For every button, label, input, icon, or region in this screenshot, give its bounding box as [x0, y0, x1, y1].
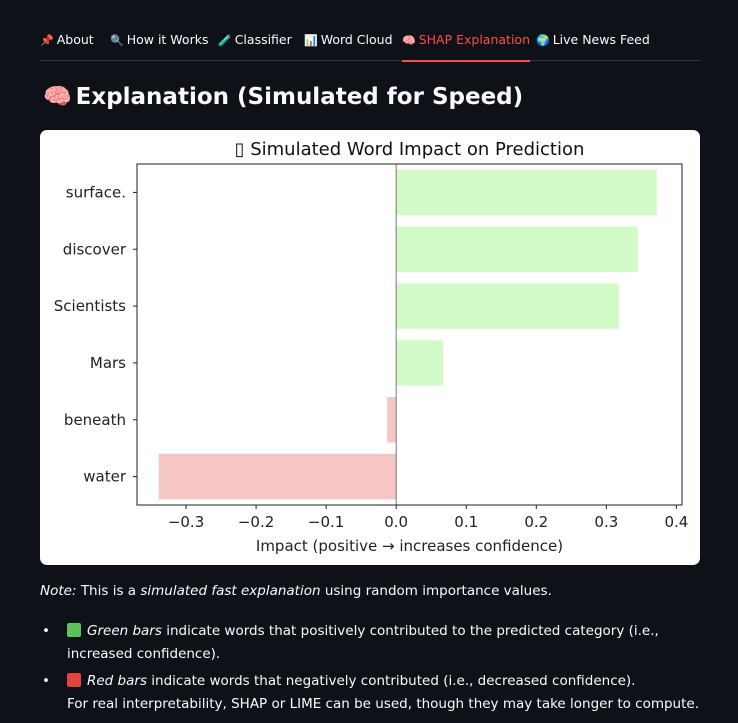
note-text-2: using random importance values. — [324, 583, 552, 599]
magnifier-icon: 🔍 — [110, 34, 124, 47]
pencil-icon: 🧪 — [218, 34, 232, 47]
tab-label: SHAP Explanation — [418, 32, 530, 47]
bullet-text: indicate words that negatively contribut… — [151, 673, 636, 689]
bar-2 — [396, 283, 619, 329]
green-square-icon — [67, 623, 81, 637]
brain-icon: 🧠 — [43, 84, 72, 110]
bullet-emphasis: Red bars — [87, 673, 147, 689]
tab-label: About — [56, 32, 94, 47]
y-tick-label-2: Scientists — [54, 297, 126, 315]
pin-icon: 📌 — [40, 34, 54, 47]
explanation-note: Note: This is a simulated fast explanati… — [40, 583, 552, 599]
globe-icon: 🌍 — [536, 34, 550, 47]
bullet-dot: • — [42, 623, 50, 639]
y-tick-label-0: surface. — [66, 183, 126, 201]
x-axis-label: Impact (positive → increases confidence) — [256, 537, 563, 555]
y-tick-label-3: Mars — [90, 354, 126, 372]
chart-card: ▯ Simulated Word Impact on Prediction sur… — [40, 130, 700, 565]
tab-classifier[interactable]: 🧪 Classifier — [218, 32, 292, 61]
note-emphasis: simulated fast explanation — [140, 583, 321, 599]
x-tick-label-1: −0.2 — [238, 513, 274, 531]
x-tick-label-6: 0.3 — [594, 513, 618, 531]
legend-list: • Green bars indicate words that positiv… — [40, 620, 700, 720]
y-tick-label-1: discover — [63, 240, 127, 258]
tab-label: How it Works — [126, 32, 209, 47]
note-lead: Note: — [40, 583, 77, 599]
tab-word-cloud[interactable]: 📊 Word Cloud — [304, 32, 393, 61]
bullet-extra-text: For real interpretability, SHAP or LIME … — [67, 696, 700, 712]
page-title: 🧠 Explanation (Simulated for Speed) — [43, 83, 523, 110]
bar-chart-icon: 📊 — [304, 34, 318, 47]
page-title-text: Explanation (Simulated for Speed) — [75, 84, 524, 110]
impact-bar-chart: ▯ Simulated Word Impact on Prediction sur… — [54, 139, 689, 555]
x-tick-label-3: 0.0 — [384, 513, 408, 531]
list-item: • Green bars indicate words that positiv… — [40, 620, 700, 666]
x-tick-label-4: 0.1 — [454, 513, 478, 531]
y-tick-label-5: water — [83, 468, 127, 486]
brain-icon: 🧠 — [402, 34, 416, 47]
x-tick-label-2: −0.1 — [308, 513, 344, 531]
bar-3 — [396, 340, 444, 386]
x-tick-label-5: 0.2 — [524, 513, 548, 531]
bar-0 — [396, 169, 657, 216]
bullet-emphasis: Green bars — [87, 623, 162, 639]
list-item: • Red bars indicate words that negativel… — [40, 670, 700, 716]
tab-about[interactable]: 📌 About — [40, 32, 94, 61]
tab-live-news-feed[interactable]: 🌍 Live News Feed — [536, 32, 650, 61]
tab-label: Word Cloud — [320, 32, 393, 47]
tab-shap-explanation[interactable]: 🧠 SHAP Explanation — [402, 32, 530, 62]
x-tick-label-0: −0.3 — [168, 513, 204, 531]
bar-4 — [387, 397, 397, 443]
x-tick-label-7: 0.4 — [664, 513, 688, 531]
bar-5 — [158, 453, 397, 500]
y-tick-label-4: beneath — [64, 411, 126, 429]
red-square-icon — [67, 673, 81, 687]
tab-label: Live News Feed — [552, 32, 650, 47]
tab-bar: 📌 About 🔍 How it Works 🧪 Classifier 📊 Word C… — [40, 24, 700, 62]
bar-1 — [396, 226, 638, 272]
tab-label: Classifier — [234, 32, 292, 47]
bullet-dot: • — [42, 673, 50, 689]
note-text-1: This is a — [80, 583, 137, 599]
chart-title: ▯ Simulated Word Impact on Prediction — [235, 139, 585, 160]
tab-how-it-works[interactable]: 🔍 How it Works — [110, 32, 208, 61]
